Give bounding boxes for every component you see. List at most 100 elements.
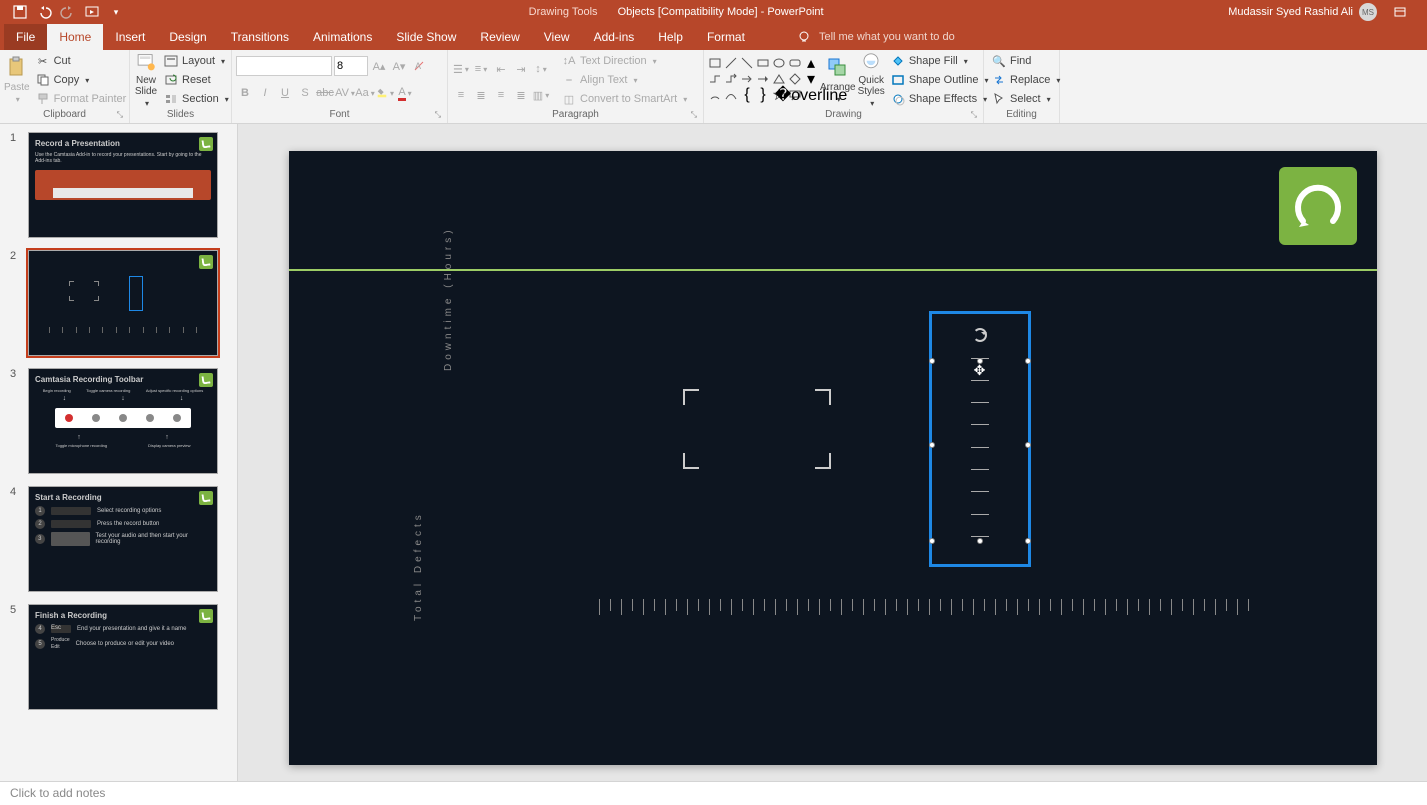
arrange-button[interactable]: Arrange▾	[820, 52, 856, 108]
align-text-button[interactable]: ⎯Align Text▾	[558, 71, 691, 89]
thumb-row-5[interactable]: 5 Finish a Recording 4EscEnd your presen…	[10, 604, 227, 710]
slide-thumbnails-panel[interactable]: 1 Record a Presentation Use the Camtasia…	[0, 124, 238, 781]
resize-handle[interactable]	[1025, 538, 1031, 544]
thumb-row-3[interactable]: 3 Camtasia Recording Toolbar Begin recor…	[10, 368, 227, 474]
cut-button[interactable]: ✂Cut	[32, 52, 131, 70]
align-center-button[interactable]: ≣	[472, 86, 490, 104]
shape-brace-l-icon[interactable]: {	[740, 88, 754, 102]
shape-brace-r-icon[interactable]: }	[756, 88, 770, 102]
slide-thumb-4[interactable]: Start a Recording 1Select recording opti…	[28, 486, 218, 592]
shape-arc-icon[interactable]	[708, 88, 722, 102]
shape-outline-button[interactable]: Shape Outline▾	[887, 71, 993, 89]
clear-formatting-icon[interactable]: A	[410, 57, 428, 75]
resize-handle[interactable]	[1025, 358, 1031, 364]
slide-thumb-1[interactable]: Record a Presentation Use the Camtasia A…	[28, 132, 218, 238]
resize-handle[interactable]	[1025, 442, 1031, 448]
char-spacing-button[interactable]: AV▾	[336, 84, 354, 102]
tab-file[interactable]: File	[4, 24, 47, 50]
resize-handle[interactable]	[977, 538, 983, 544]
tab-review[interactable]: Review	[468, 24, 531, 50]
selected-shape[interactable]: ✥	[929, 311, 1031, 567]
shape-triangle-icon[interactable]	[772, 72, 786, 86]
tab-design[interactable]: Design	[157, 24, 218, 50]
convert-smartart-button[interactable]: ◫Convert to SmartArt▾	[558, 90, 691, 108]
decrease-font-icon[interactable]: A▾	[390, 57, 408, 75]
text-direction-button[interactable]: ↕AText Direction▾	[558, 52, 691, 70]
resize-handle[interactable]	[929, 442, 935, 448]
shape-arrow-icon[interactable]	[740, 72, 754, 86]
thumb-row-4[interactable]: 4 Start a Recording 1Select recording op…	[10, 486, 227, 592]
user-avatar[interactable]: MS	[1359, 3, 1377, 21]
tab-home[interactable]: Home	[47, 24, 103, 50]
font-name-input[interactable]	[236, 56, 332, 76]
quick-styles-button[interactable]: Quick Styles▾	[858, 52, 885, 108]
font-size-input[interactable]	[334, 56, 368, 76]
find-button[interactable]: 🔍Find	[988, 52, 1064, 70]
format-painter-button[interactable]: Format Painter	[32, 90, 131, 108]
shape-curve-icon[interactable]	[724, 88, 738, 102]
slide-thumb-3[interactable]: Camtasia Recording Toolbar Begin recordi…	[28, 368, 218, 474]
columns-button[interactable]: ▥▾	[532, 86, 550, 104]
shape-effects-button[interactable]: Shape Effects▾	[887, 90, 993, 108]
resize-handle[interactable]	[929, 538, 935, 544]
paste-button[interactable]: Paste ▾	[4, 52, 30, 108]
slide-thumb-5[interactable]: Finish a Recording 4EscEnd your presenta…	[28, 604, 218, 710]
start-from-beginning-icon[interactable]	[84, 4, 100, 20]
thumb-row-1[interactable]: 1 Record a Presentation Use the Camtasia…	[10, 132, 227, 238]
tab-animations[interactable]: Animations	[301, 24, 384, 50]
italic-button[interactable]: I	[256, 84, 274, 102]
layout-button[interactable]: Layout▾	[160, 52, 233, 70]
tab-view[interactable]: View	[532, 24, 582, 50]
copy-button[interactable]: Copy▾	[32, 71, 131, 89]
strikethrough-button[interactable]: abc	[316, 84, 334, 102]
shape-line2-icon[interactable]	[740, 56, 754, 70]
slide-thumb-2[interactable]	[28, 250, 218, 356]
thumb-row-2[interactable]: 2	[10, 250, 227, 356]
section-button[interactable]: Section▾	[160, 90, 233, 108]
align-left-button[interactable]: ≡	[452, 86, 470, 104]
underline-button[interactable]: U	[276, 84, 294, 102]
notes-pane[interactable]: Click to add notes	[0, 781, 1427, 805]
redo-icon[interactable]	[60, 4, 76, 20]
shapes-gallery[interactable]: ▴ ▾ { } ☆ �overline	[708, 52, 818, 102]
shape-diamond-icon[interactable]	[788, 72, 802, 86]
highlight-button[interactable]: ▾	[376, 84, 394, 102]
replace-button[interactable]: Replace▾	[988, 71, 1064, 89]
drawing-launcher-icon[interactable]: ⤡	[971, 110, 977, 120]
save-icon[interactable]	[12, 4, 28, 20]
shape-line-icon[interactable]	[724, 56, 738, 70]
shape-rect2-icon[interactable]	[756, 56, 770, 70]
bold-button[interactable]: B	[236, 84, 254, 102]
reset-button[interactable]: Reset	[160, 71, 233, 89]
change-case-button[interactable]: Aa▾	[356, 84, 374, 102]
font-color-button[interactable]: A▾	[396, 84, 414, 102]
undo-icon[interactable]	[36, 4, 52, 20]
shape-connector2-icon[interactable]	[724, 72, 738, 86]
rotate-handle-icon[interactable]	[973, 328, 987, 342]
tab-slideshow[interactable]: Slide Show	[384, 24, 468, 50]
qat-customize-icon[interactable]: ▾	[108, 4, 124, 20]
shape-scroll-up-icon[interactable]: ▴	[804, 56, 818, 70]
line-spacing-button[interactable]: ↕▾	[532, 60, 550, 78]
resize-handle[interactable]	[929, 358, 935, 364]
shape-fill-button[interactable]: Shape Fill▾	[887, 52, 993, 70]
crop-placeholder[interactable]	[683, 389, 831, 469]
resize-handle[interactable]	[977, 358, 983, 364]
shape-arrow2-icon[interactable]	[756, 72, 770, 86]
justify-button[interactable]: ≣	[512, 86, 530, 104]
new-slide-button[interactable]: New Slide ▾	[134, 52, 158, 108]
select-button[interactable]: Select▾	[988, 90, 1064, 108]
shadow-button[interactable]: S	[296, 84, 314, 102]
shape-scroll-down-icon[interactable]: ▾	[804, 72, 818, 86]
shape-connector-icon[interactable]	[708, 72, 722, 86]
slide-canvas[interactable]: Downtime (Hours) Total Defects ✥	[289, 151, 1377, 765]
tab-format[interactable]: Format	[695, 24, 757, 50]
clipboard-launcher-icon[interactable]: ⤡	[117, 110, 123, 120]
ribbon-display-options-icon[interactable]	[1393, 5, 1407, 19]
font-launcher-icon[interactable]: ⤡	[435, 110, 441, 120]
paragraph-launcher-icon[interactable]: ⤡	[691, 110, 697, 120]
tab-insert[interactable]: Insert	[103, 24, 157, 50]
shape-roundrect-icon[interactable]	[788, 56, 802, 70]
tell-me-search[interactable]: Tell me what you want to do	[797, 24, 955, 50]
tab-transitions[interactable]: Transitions	[219, 24, 301, 50]
